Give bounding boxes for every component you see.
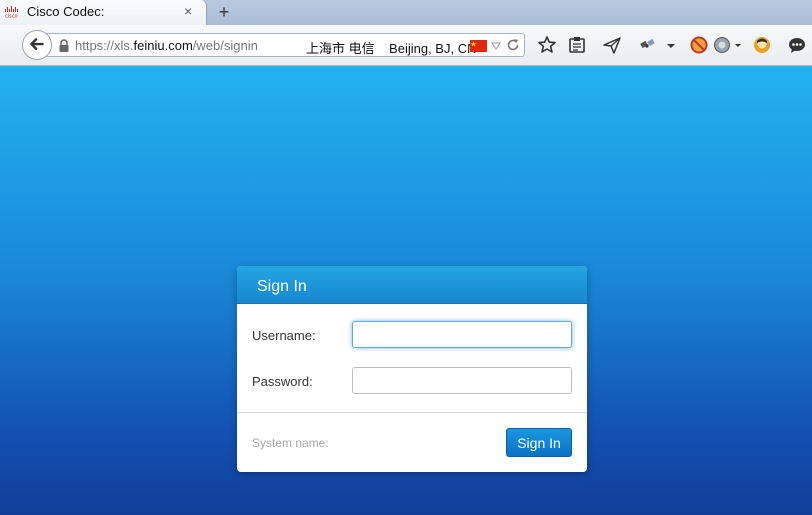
signin-button[interactable]: Sign In bbox=[506, 428, 572, 457]
menu-arrow-icon[interactable] bbox=[664, 35, 678, 55]
username-input[interactable] bbox=[352, 321, 572, 348]
card-divider bbox=[237, 412, 587, 413]
send-icon[interactable] bbox=[602, 35, 622, 55]
page-background: Sign In Username: Password: System name:… bbox=[0, 66, 812, 515]
satellite-icon[interactable] bbox=[637, 35, 657, 55]
username-label: Username: bbox=[252, 328, 316, 343]
password-label: Password: bbox=[252, 374, 313, 389]
signin-title: Sign In bbox=[257, 278, 307, 295]
reload-icon[interactable] bbox=[506, 38, 520, 52]
address-bar[interactable]: https://xls.feiniu.com/web/signin 上海市 电信… bbox=[40, 33, 525, 57]
dropmarker-icon[interactable] bbox=[491, 42, 501, 50]
tab-close-icon[interactable]: × bbox=[184, 3, 192, 19]
favicon-text: cisco bbox=[5, 14, 18, 19]
tab-title: Cisco Codec: bbox=[27, 4, 105, 19]
back-arrow-icon bbox=[30, 38, 44, 50]
url-text[interactable]: https://xls.feiniu.com/web/signin bbox=[75, 38, 258, 53]
url-path: /web/signin bbox=[192, 38, 258, 53]
reading-list-icon[interactable] bbox=[567, 35, 587, 55]
bookmark-star-icon[interactable] bbox=[537, 35, 557, 55]
cisco-logo-icon: cisco bbox=[5, 6, 18, 19]
flag-cn-icon bbox=[470, 40, 487, 52]
avatar-icon[interactable] bbox=[752, 35, 772, 55]
signin-card: Sign In Username: Password: System name:… bbox=[237, 266, 587, 472]
back-button[interactable] bbox=[22, 30, 52, 60]
lock-icon bbox=[59, 39, 69, 52]
url-domain: feiniu.com bbox=[133, 38, 193, 53]
browser-tab[interactable]: cisco Cisco Codec: × bbox=[0, 0, 207, 25]
password-input[interactable] bbox=[352, 367, 572, 394]
chat-icon[interactable] bbox=[787, 35, 807, 55]
addon-globe-icon[interactable] bbox=[712, 35, 742, 55]
new-tab-button[interactable]: + bbox=[213, 1, 235, 23]
url-prefix: https://xls. bbox=[75, 38, 134, 53]
home-icon[interactable] bbox=[0, 38, 4, 52]
system-name-label: System name: bbox=[252, 436, 329, 450]
signin-card-header: Sign In bbox=[237, 266, 587, 304]
tab-strip: cisco Cisco Codec: × + bbox=[0, 0, 812, 25]
geo-location-text: 上海市 电信 Beijing, BJ, CN bbox=[306, 41, 477, 56]
blocked-addon-icon[interactable] bbox=[689, 35, 709, 55]
